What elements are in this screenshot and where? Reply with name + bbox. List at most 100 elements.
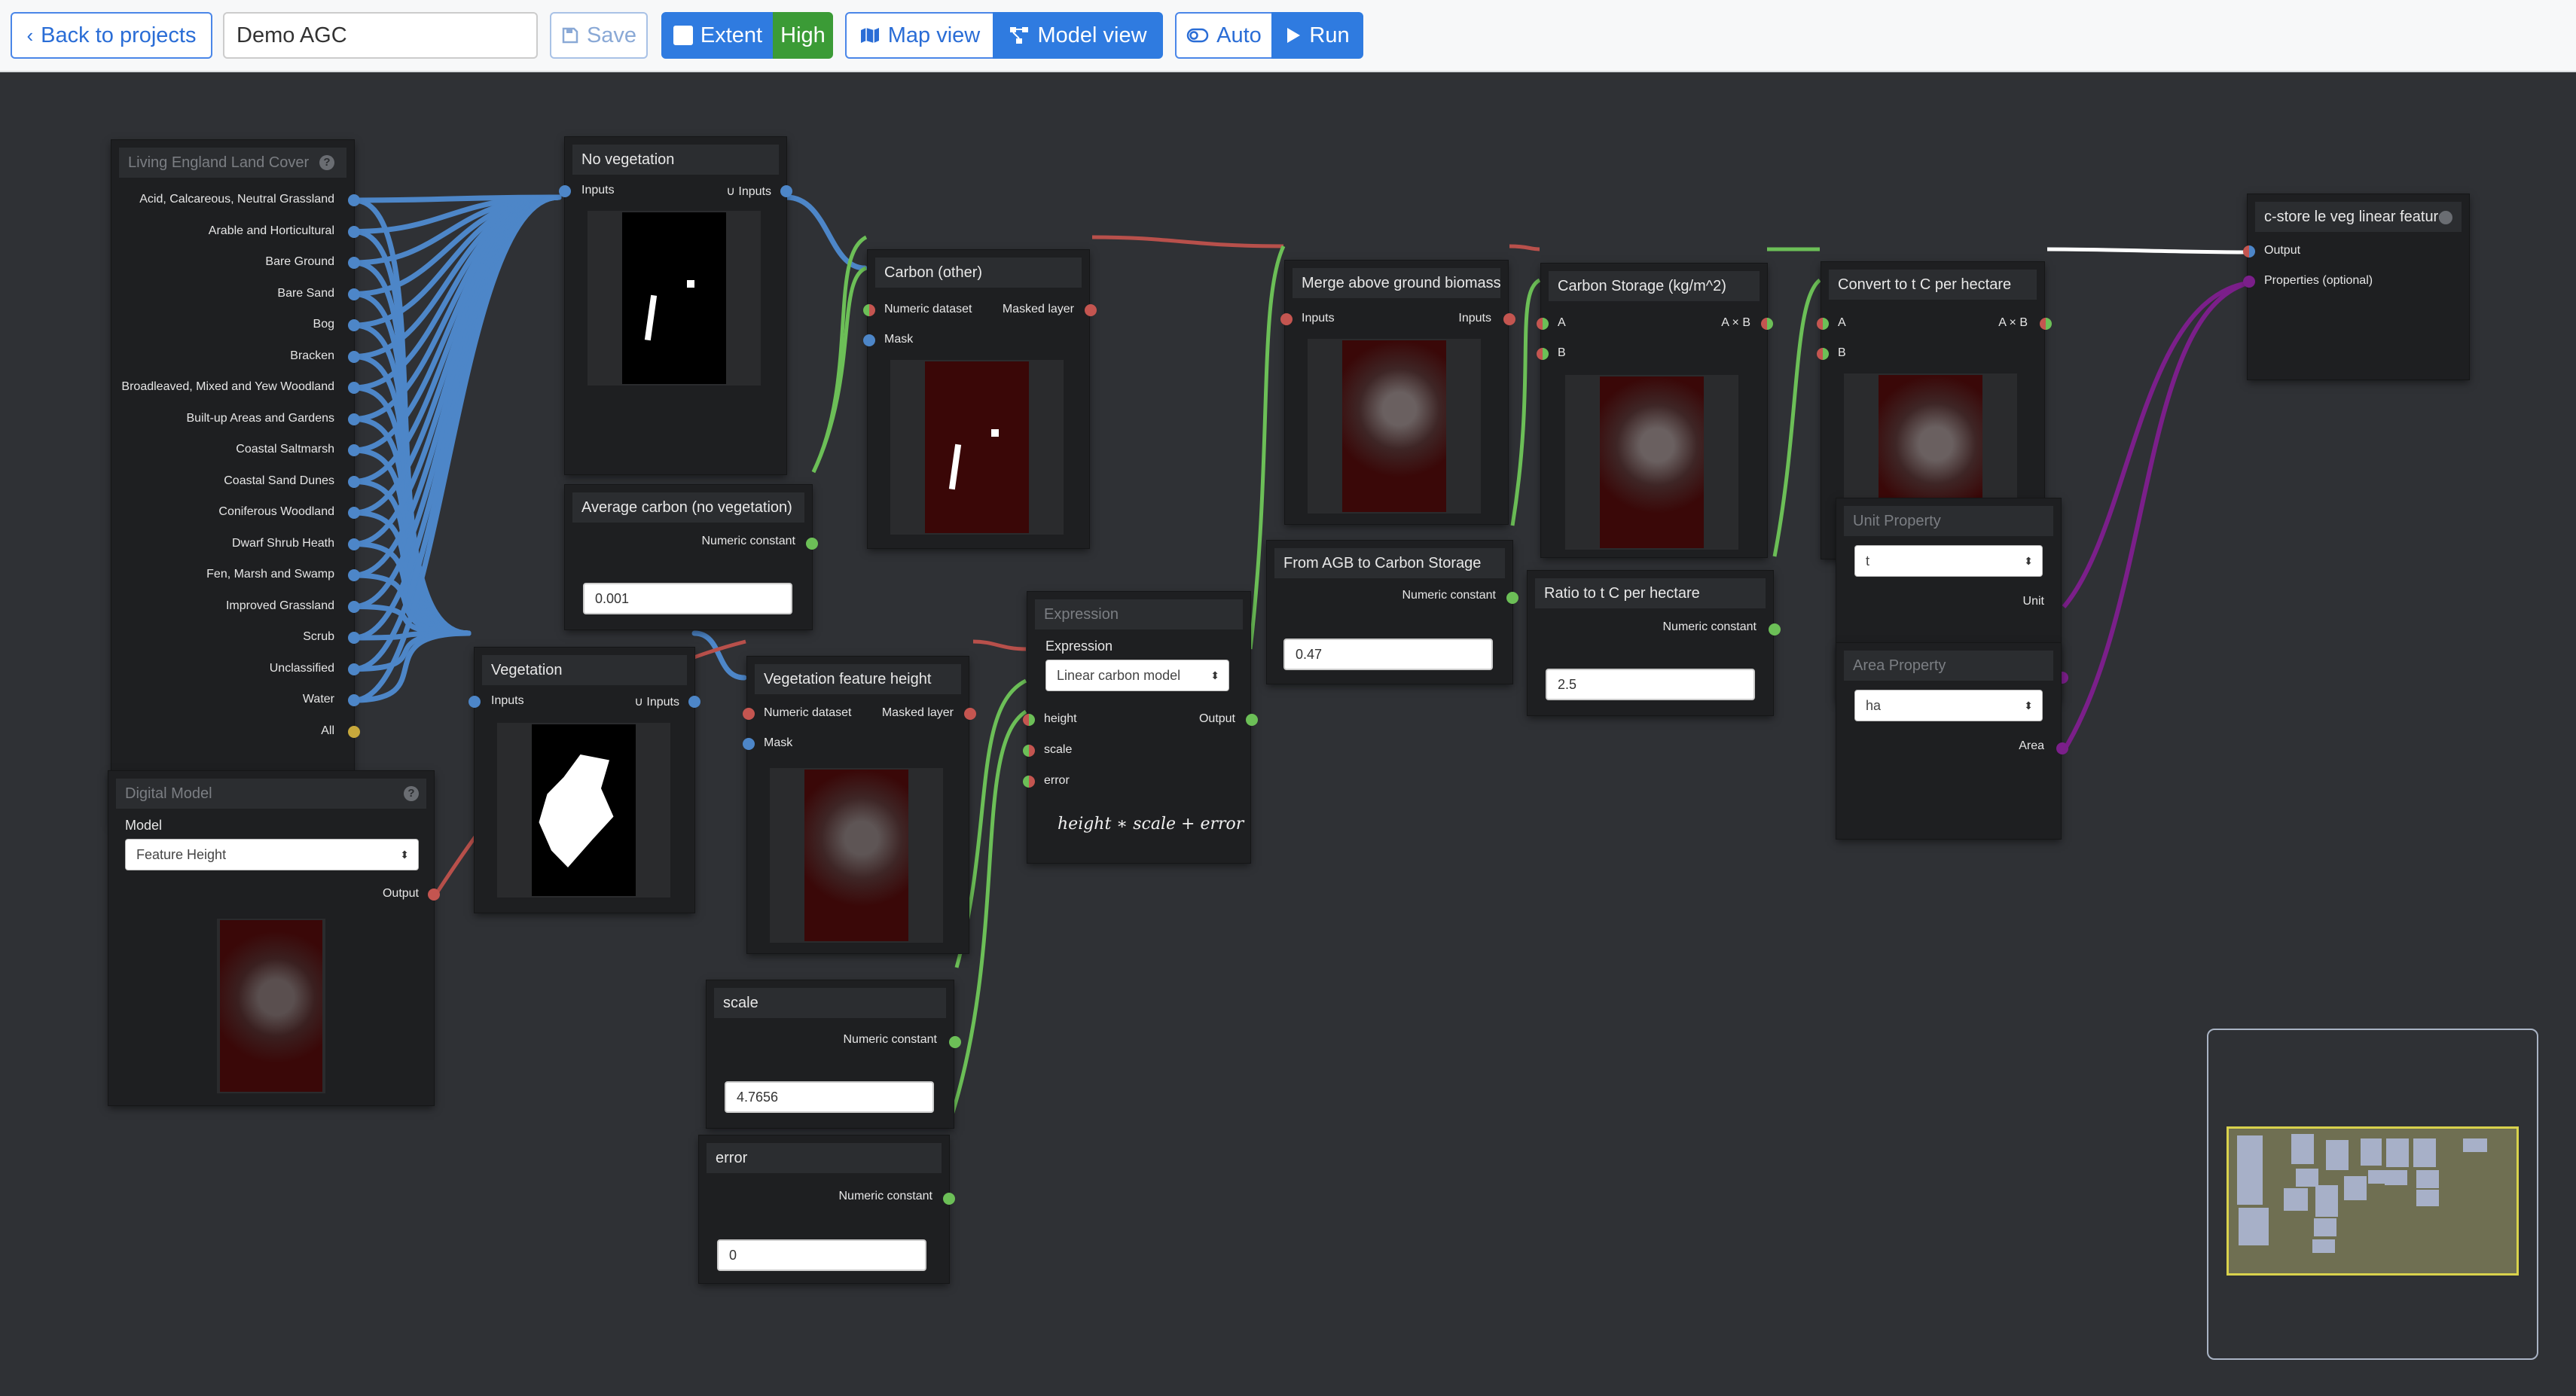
land-cover-output-port[interactable] [348,382,360,394]
node-no-vegetation[interactable]: No vegetation Inputs ∪ Inputs [559,137,792,474]
model-select[interactable]: Feature Height ⬍ [125,839,419,870]
node-land-cover[interactable]: Living England Land Cover ? Acid, Calcar… [111,140,360,824]
land-cover-output-label: Built-up Areas and Gardens [186,411,334,425]
select-arrows-icon: ⬍ [1210,669,1219,681]
project-name-input[interactable] [223,12,538,59]
node-carbon-storage[interactable]: Carbon Storage (kg/m^2) A B A × B [1537,264,1773,557]
node-carbon-other[interactable]: Carbon (other) Numeric dataset Mask Mask… [863,250,1097,548]
extent-button[interactable]: Extent [661,12,774,59]
expression-input-port[interactable] [1023,745,1035,757]
land-cover-output-port[interactable] [348,538,360,550]
node-merge-agb[interactable]: Merge above ground biomass Inputs Inputs [1280,261,1515,524]
output-port[interactable] [2040,318,2052,330]
help-icon[interactable]: ? [404,786,419,801]
node-vegetation[interactable]: Vegetation Inputs ∪ Inputs [469,648,700,913]
output-port[interactable] [1085,304,1097,316]
node-title: Digital Model [116,779,426,809]
input-port-a[interactable] [1817,318,1829,330]
node-average-carbon[interactable]: Average carbon (no vegetation) Numeric c… [565,485,818,629]
input-port[interactable] [559,185,571,197]
node-title: error [707,1143,942,1173]
node-expression[interactable]: Expression Expression Linear carbon mode… [1023,592,1258,863]
output-port[interactable] [1506,592,1518,604]
node-output[interactable]: c-store le veg linear feature Output Pro… [2243,194,2469,379]
output-port[interactable] [780,185,792,197]
node-agb-to-carbon[interactable]: From AGB to Carbon Storage Numeric const… [1267,541,1518,684]
node-title: No vegetation [572,145,779,175]
area-select[interactable]: ha ⬍ [1854,690,2043,721]
node-vegetation-feature-height[interactable]: Vegetation feature height Numeric datase… [743,657,976,953]
expression-input-label: height [1044,712,1077,725]
settings-icon[interactable] [2439,211,2452,224]
output-port[interactable] [2056,742,2068,754]
node-title: Merge above ground biomass [1293,268,1500,298]
input-port[interactable] [743,738,755,750]
land-cover-output-port[interactable] [348,350,360,363]
land-cover-output-port[interactable] [348,725,360,738]
input-port[interactable] [2243,245,2255,258]
node-digital-model[interactable]: Digital Model ? Model Feature Height ⬍ Ou… [108,771,440,1105]
land-cover-output-port[interactable] [348,319,360,331]
input-port[interactable] [743,708,755,720]
output-port[interactable] [964,708,976,720]
save-label: Save [586,23,637,47]
output-port[interactable] [1761,318,1773,330]
back-to-projects-button[interactable]: ‹ Back to projects [11,12,212,59]
preview-image [925,361,1029,533]
unit-select[interactable]: t ⬍ [1854,545,2043,577]
land-cover-output-port[interactable] [348,632,360,644]
expression-input-port[interactable] [1023,714,1035,726]
numeric-constant-input[interactable]: 4.7656 [725,1081,934,1113]
output-port[interactable] [428,889,440,901]
numeric-constant-input[interactable]: 0 [717,1239,926,1271]
node-area-property[interactable]: Area Property ha ⬍ Area [1836,643,2068,839]
land-cover-output-port[interactable] [348,444,360,456]
node-scale[interactable]: scale Numeric constant 4.7656 [707,980,961,1128]
map-view-button[interactable]: Map view [845,12,994,59]
land-cover-output-port[interactable] [348,225,360,238]
output-port[interactable] [1246,714,1258,726]
numeric-constant-input[interactable]: 2.5 [1546,669,1755,700]
input-port[interactable] [863,304,875,316]
land-cover-output-port[interactable] [348,663,360,675]
output-port[interactable] [1769,623,1781,636]
input-port[interactable] [1280,313,1293,325]
output-port[interactable] [949,1036,961,1048]
input-port-b[interactable] [1537,348,1549,360]
land-cover-output-port[interactable] [348,413,360,425]
model-view-button[interactable]: Model view [993,12,1163,59]
expression-input-port[interactable] [1023,776,1035,788]
node-error[interactable]: error Numeric constant 0 [699,1135,955,1283]
save-button[interactable]: Save [550,12,648,59]
input-port[interactable] [863,334,875,346]
land-cover-output-port[interactable] [348,507,360,519]
land-cover-output-port[interactable] [348,288,360,300]
land-cover-output-port[interactable] [348,475,360,488]
land-cover-output-label: Fen, Marsh and Swamp [206,568,334,581]
input-port-a[interactable] [1537,318,1549,330]
land-cover-output-port[interactable] [348,694,360,706]
output-port[interactable] [1503,313,1515,325]
land-cover-output-port[interactable] [348,600,360,613]
model-canvas[interactable]: Living England Land Cover ? Acid, Calcar… [0,72,2576,1396]
numeric-constant-input[interactable]: 0.47 [1283,639,1493,670]
land-cover-output-port[interactable] [348,569,360,581]
node-title: scale [714,988,946,1018]
input-port[interactable] [469,696,481,708]
run-button[interactable]: Run [1271,12,1363,59]
quality-badge[interactable]: High [773,12,833,59]
output-port[interactable] [943,1193,955,1205]
minimap[interactable] [2207,1029,2538,1360]
land-cover-output-port[interactable] [348,194,360,206]
input-port-b[interactable] [1817,348,1829,360]
numeric-constant-input[interactable]: 0.001 [583,583,792,614]
input-port[interactable] [2243,276,2255,288]
expression-select[interactable]: Linear carbon model ⬍ [1045,660,1229,691]
land-cover-output-port[interactable] [348,257,360,269]
help-icon[interactable]: ? [319,155,334,170]
node-title: Average carbon (no vegetation) [572,492,804,523]
output-port[interactable] [806,538,818,550]
auto-toggle-button[interactable]: Auto [1175,12,1273,59]
node-ratio[interactable]: Ratio to t C per hectare Numeric constan… [1528,571,1781,715]
output-port[interactable] [688,696,700,708]
